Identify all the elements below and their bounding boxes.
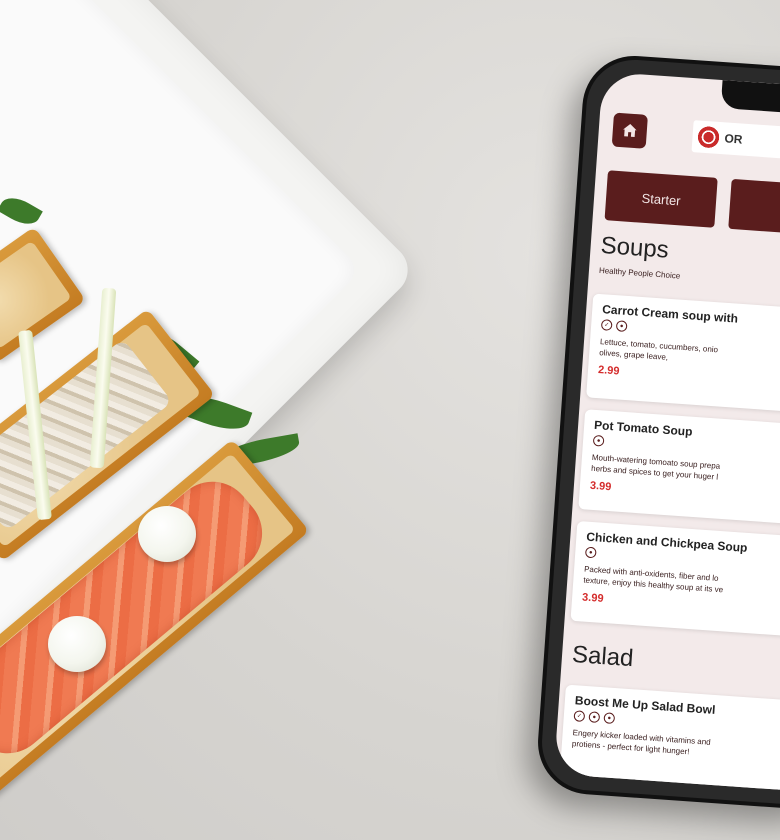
allergen-icon: ● xyxy=(603,712,616,725)
section-title-salad: Salad xyxy=(571,640,635,673)
background-table: OR Starter Soups Healthy People Choice C… xyxy=(0,0,780,840)
section-subtitle: Healthy People Choice xyxy=(598,265,681,281)
home-icon xyxy=(623,123,637,138)
toast-slice-top xyxy=(0,226,86,364)
smartphone: OR Starter Soups Healthy People Choice C… xyxy=(534,52,780,812)
home-button[interactable] xyxy=(611,112,648,149)
menu-item-card[interactable]: Carrot Cream soup with ✓ ● Lettuce, toma… xyxy=(586,293,780,416)
logo-mark-icon xyxy=(695,124,722,150)
leaf-icon: ✓ xyxy=(573,710,586,722)
arugula-leaf xyxy=(0,191,43,231)
phone-notch xyxy=(720,80,780,119)
category-tabs: Starter xyxy=(604,170,780,237)
menu-item-card[interactable]: Boost Me Up Salad Bowl ✓ ● ● Engery kick… xyxy=(559,684,780,793)
tab-starter[interactable]: Starter xyxy=(604,170,718,228)
cream-dollop xyxy=(48,616,106,672)
phone-screen: OR Starter Soups Healthy People Choice C… xyxy=(553,71,780,793)
food-arrangement xyxy=(0,0,320,840)
allergen-icon: ● xyxy=(592,434,605,447)
tab-next[interactable] xyxy=(728,178,780,236)
menu-item-card[interactable]: Chicken and Chickpea Soup ● Packed with … xyxy=(570,520,780,640)
logo-text: OR xyxy=(724,131,743,147)
leaf-icon: ✓ xyxy=(600,319,613,331)
allergen-icon: ● xyxy=(584,546,597,559)
menu-item-card[interactable]: Pot Tomato Soup ● Mouth-watering tomoato… xyxy=(578,409,780,528)
allergen-icon: ● xyxy=(588,711,601,723)
app-header: OR xyxy=(611,112,780,170)
cream-dollop xyxy=(138,506,196,562)
allergen-icon: ● xyxy=(615,320,628,332)
section-title-soups: Soups xyxy=(599,231,670,264)
restaurant-logo: OR xyxy=(691,120,780,161)
